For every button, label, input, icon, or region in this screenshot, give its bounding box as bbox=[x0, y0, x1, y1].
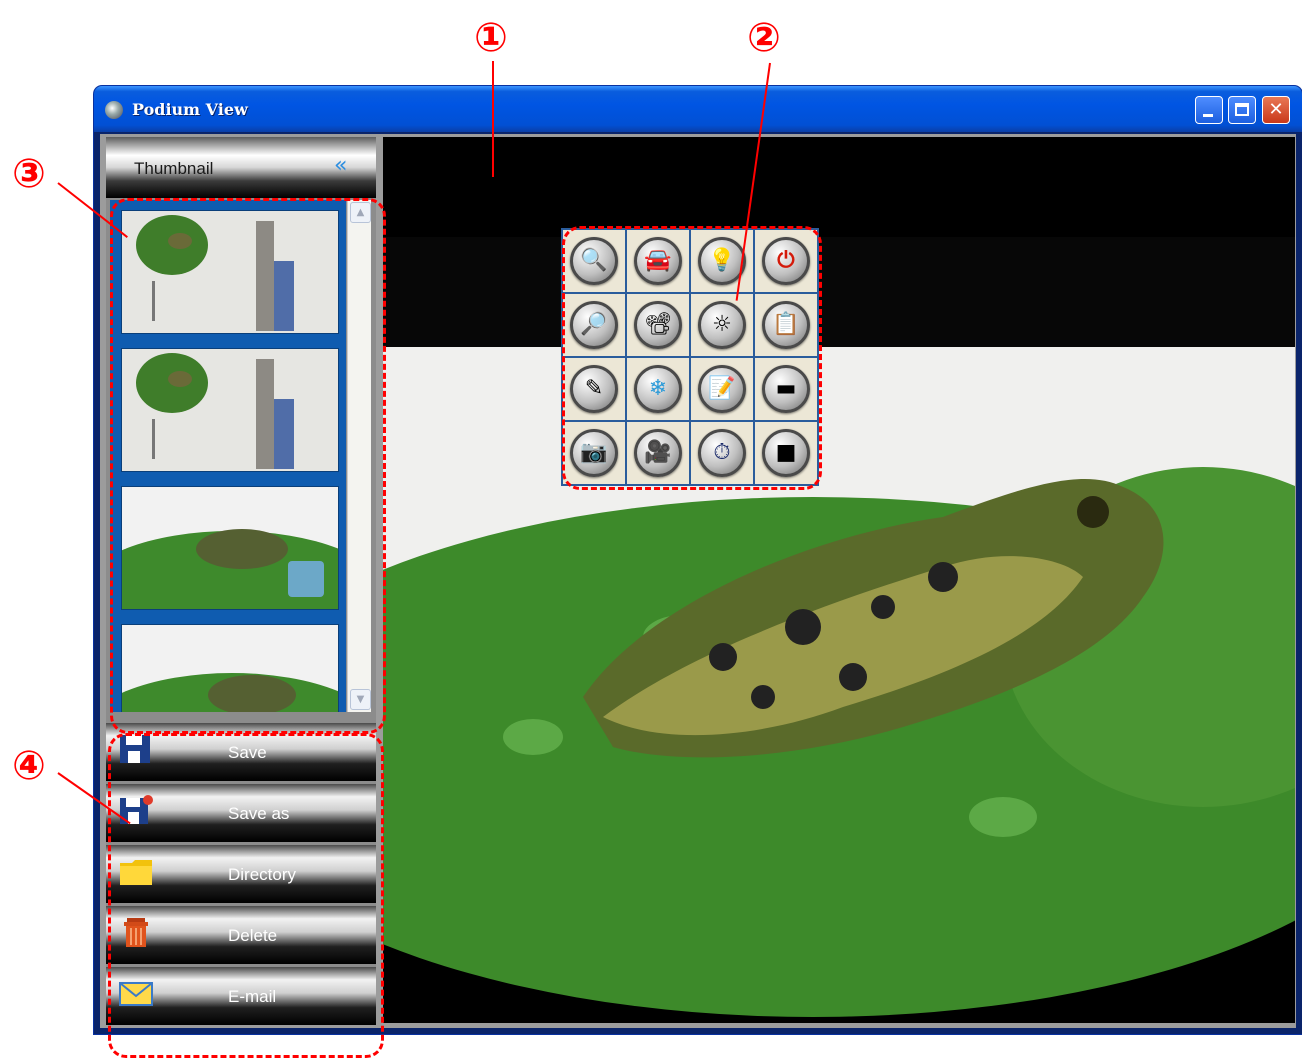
close-icon: ✕ bbox=[1268, 99, 1284, 120]
close-button[interactable]: ✕ bbox=[1262, 96, 1290, 124]
window-title: Podium View bbox=[132, 100, 248, 119]
maximize-icon bbox=[1235, 103, 1249, 116]
thumbnail-title: Thumbnail bbox=[134, 159, 214, 178]
title-bar[interactable]: Podium View ✕ bbox=[94, 86, 1302, 132]
app-globe-icon bbox=[105, 101, 123, 119]
annotation-outline-toolbar bbox=[562, 226, 822, 490]
minimize-icon bbox=[1203, 114, 1213, 117]
minimize-button[interactable] bbox=[1195, 96, 1223, 124]
leader-line-1 bbox=[492, 61, 494, 177]
frog-image bbox=[383, 137, 1295, 1023]
live-image-viewer[interactable]: 🔍 🚘 💡 ⏻ 🔎 📽 ☼ 📋 ✎ ❄ 📝 ▬ 📷 🎥 ⏱ ■ bbox=[383, 137, 1295, 1023]
callout-3: ③ bbox=[12, 151, 46, 197]
callout-1: ① bbox=[474, 15, 508, 61]
annotation-outline-actions bbox=[108, 733, 384, 1058]
maximize-button[interactable] bbox=[1228, 96, 1256, 124]
annotation-outline-thumbnails bbox=[110, 198, 386, 734]
collapse-sidebar-icon[interactable]: « bbox=[334, 153, 347, 178]
callout-2: ② bbox=[747, 15, 781, 61]
callout-4: ④ bbox=[12, 743, 46, 789]
thumbnail-header: Thumbnail « bbox=[106, 137, 376, 198]
